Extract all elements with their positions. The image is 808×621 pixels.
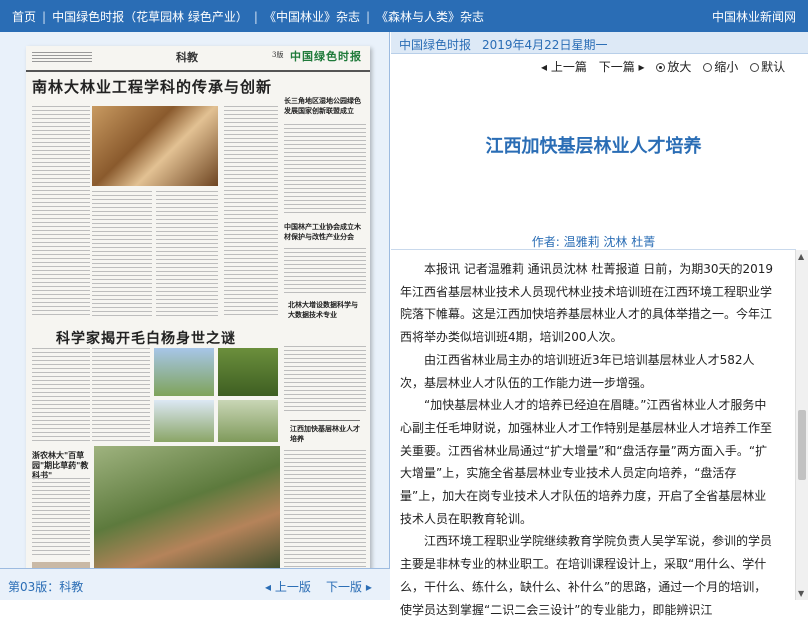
next-page-label: 下一版	[326, 580, 363, 594]
prev-page-link[interactable]: ◂ 上一版	[265, 578, 311, 595]
article-text-column[interactable]	[284, 124, 366, 216]
radio-icon	[750, 63, 760, 72]
nav-link-china-forestry[interactable]: 《中国林业》杂志	[264, 10, 360, 24]
newspaper-page-thumbnail[interactable]: 科教 3版 中国绿色时报 南林大林业工程学科的传承与创新 长三角地区湿地公园绿色…	[26, 46, 370, 582]
edition-label[interactable]: 第03版：科教	[8, 578, 83, 595]
divider	[391, 249, 796, 250]
paper-name: 中国绿色时报	[399, 38, 472, 52]
zoom-out-option[interactable]: 缩小	[703, 60, 738, 74]
article-text-column[interactable]	[156, 191, 218, 316]
scrollbar-thumb[interactable]	[798, 410, 806, 480]
masthead-page-number: 3版	[272, 51, 284, 59]
nav-link-forest-and-humankind[interactable]: 《森林与人类》杂志	[376, 10, 484, 24]
side-headline-wetland[interactable]: 长三角地区湿地公园绿色发展国家创新联盟成立	[284, 96, 366, 116]
article-paragraph: 由江西省林业局主办的培训班近3年已培训基层林业人才582人次，基层林业人才队伍的…	[400, 352, 755, 390]
article-panel: 中国绿色时报 2019年4月22日星期一 ◂ 上一篇 下一篇 ▸ 放大 缩小 默…	[391, 32, 808, 617]
zoom-out-label: 缩小	[714, 60, 739, 74]
article-text-column[interactable]	[284, 346, 366, 414]
next-page-link[interactable]: 下一版 ▸	[326, 578, 372, 595]
article-title: 江西加快基层林业人才培养	[485, 136, 702, 157]
article-text-column[interactable]	[32, 348, 90, 443]
article-body: 本报讯 记者温雅莉 通讯员沈林 杜菁报道 日前，为期30天的2019年江西省基层…	[400, 258, 774, 621]
default-size-option[interactable]: 默认	[750, 60, 785, 74]
radio-icon	[703, 63, 713, 72]
article-meta-bar: 中国绿色时报 2019年4月22日星期一	[391, 32, 808, 54]
poplar-photo[interactable]	[154, 348, 214, 396]
nav-link-green-times[interactable]: 中国绿色时报（花草园林 绿色产业）	[52, 10, 248, 24]
article-paragraph: 本报讯 记者温雅莉 通讯员沈林 杜菁报道 日前，为期30天的2019年江西省基层…	[400, 262, 774, 345]
article-paragraph: 江西环境工程职业学院继续教育学院负责人吴学军说，参训的学员主要是非林专业的林业职…	[400, 534, 773, 617]
side-headline-jiangxi[interactable]: 江西加快基层林业人才培养	[290, 420, 360, 444]
issue-date: 2019年4月22日星期一	[482, 38, 608, 52]
tree-photo[interactable]	[154, 400, 214, 442]
headline-poplar[interactable]: 科学家揭开毛白杨身世之谜	[56, 328, 236, 348]
newspaper-masthead: 科教 3版 中国绿色时报	[26, 46, 370, 72]
leaf-photo[interactable]	[218, 348, 278, 396]
article-text-column[interactable]	[92, 191, 152, 316]
nav-separator: |	[365, 10, 370, 24]
top-nav-links: 首页 | 中国绿色时报（花草园林 绿色产业） | 《中国林业》杂志 | 《森林与人类》杂志	[12, 8, 484, 25]
nav-separator: |	[253, 10, 258, 24]
newspaper-logo: 中国绿色时报	[290, 50, 362, 63]
scroll-up-icon[interactable]: ▲	[798, 252, 804, 261]
prev-page-label: 上一版	[274, 580, 311, 594]
zoom-in-label: 放大	[667, 60, 692, 74]
page-navigation-footer: 第03版：科教 ◂ 上一版 下一版 ▸	[0, 568, 390, 600]
wood-photo[interactable]	[92, 106, 218, 186]
article-text-column[interactable]	[32, 478, 90, 558]
article-controls: ◂ 上一篇 下一篇 ▸ 放大 缩小 默认	[541, 58, 793, 75]
article-text-column[interactable]	[32, 106, 90, 316]
default-size-label: 默认	[761, 60, 786, 74]
side-headline-wood-protection[interactable]: 中国林产工业协会成立木材保护与改性产业分会	[284, 222, 366, 242]
side-headline-zafu[interactable]: 浙农林大"百草园"期比草药"教科书"	[32, 450, 90, 480]
headline-nanlin[interactable]: 南林大林业工程学科的传承与创新	[32, 76, 272, 97]
article-paragraph: “加快基层林业人才的培养已经迫在眉睫。”江西省林业人才服务中心副主任毛坤财说，加…	[400, 398, 773, 526]
scroll-down-icon[interactable]: ▼	[798, 589, 804, 598]
nav-separator: |	[42, 10, 47, 24]
article-author: 作者: 温雅莉 沈林 杜菁	[531, 235, 656, 249]
side-headline-bjfu[interactable]: 北林大增设数据科学与大数据技术专业	[288, 300, 364, 320]
nav-link-home[interactable]: 首页	[12, 10, 36, 24]
next-article-label: 下一篇	[598, 60, 635, 74]
top-navigation-bar: 首页 | 中国绿色时报（花草园林 绿色产业） | 《中国林业》杂志 | 《森林与人类》杂志 …	[0, 0, 808, 32]
masthead-section: 科教	[176, 51, 198, 64]
article-text-column[interactable]	[224, 106, 278, 316]
article-text-column[interactable]	[92, 348, 150, 443]
next-article-link[interactable]: 下一篇 ▸	[599, 60, 645, 74]
zoom-in-option[interactable]: 放大	[656, 60, 691, 74]
newspaper-page-panel: 科教 3版 中国绿色时报 南林大林业工程学科的传承与创新 长三角地区湿地公园绿色…	[0, 32, 390, 600]
tree-photo-2[interactable]	[218, 400, 278, 442]
masthead-smallprint	[32, 52, 92, 62]
prev-article-label: 上一篇	[550, 60, 587, 74]
students-photo[interactable]	[94, 446, 280, 570]
site-name-link[interactable]: 中国林业新闻网	[712, 8, 796, 25]
radio-selected-icon	[656, 63, 666, 72]
article-text-column[interactable]	[284, 248, 366, 294]
prev-article-link[interactable]: ◂ 上一篇	[541, 60, 587, 74]
article-text-column[interactable]	[284, 450, 366, 576]
article-scrollbar[interactable]: ▲ ▼	[795, 250, 808, 600]
